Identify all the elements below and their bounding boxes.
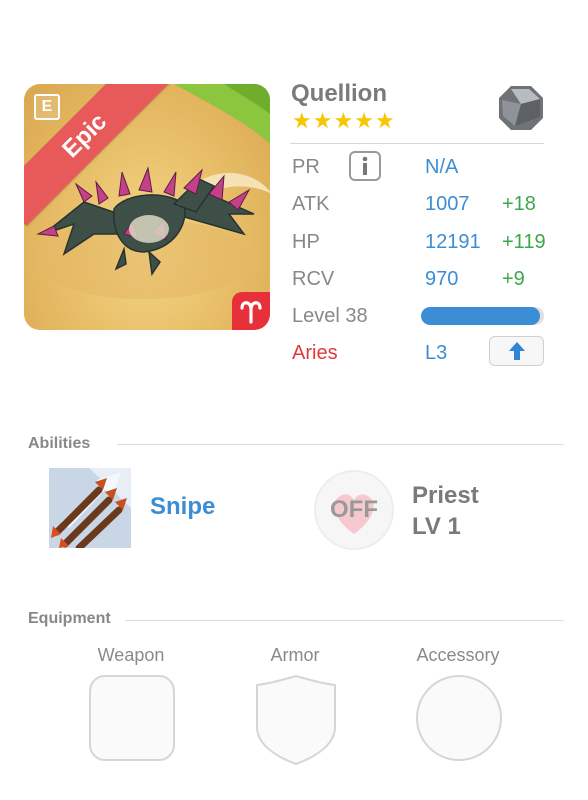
weapon-slot-label: Weapon [97,645,165,665]
rcv-value: 970 [425,268,459,290]
hp-label: HP [292,231,320,253]
star-icon: ★ [354,108,374,133]
rcv-label: RCV [292,268,335,290]
monster-artwork [34,84,270,299]
class-name: Priest [412,482,479,509]
equipment-section-title: Equipment [28,610,111,627]
stats-divider [290,143,544,144]
level-progress-bar [421,307,544,325]
star-icon: ★ [292,108,312,133]
monster-portrait[interactable]: Epic E [24,84,270,330]
star-icon: ★ [312,108,333,133]
zodiac-sign-label: Aries [292,342,338,364]
armor-slot[interactable] [253,675,339,765]
star-rating: ★ ★ ★ ★ ★ [292,110,395,132]
hp-bonus: +119 [502,231,546,253]
rcv-bonus: +9 [502,268,525,290]
atk-label: ATK [292,193,330,215]
pr-value: N/A [425,156,459,178]
abilities-divider [117,444,564,445]
info-icon [362,156,368,175]
pr-info-button[interactable] [349,151,381,181]
star-icon: ★ [333,108,354,133]
toggle-status-text: OFF [330,496,378,523]
level-progress-fill [421,307,541,325]
arrow-up-icon [508,342,525,360]
hp-value: 12191 [425,231,481,253]
monster-name: Quellion [291,80,387,107]
atk-bonus: +18 [502,193,536,215]
class-toggle-off[interactable]: OFF [312,470,396,550]
zodiac-upgrade-button[interactable] [489,336,544,366]
equipment-divider [125,620,564,621]
equipment-badge-icon: E [34,94,60,120]
stone-element-icon[interactable] [497,84,545,132]
armor-slot-label: Armor [270,645,320,665]
aries-sign-icon [232,292,270,330]
atk-value: 1007 [425,193,470,215]
accessory-slot-label: Accessory [416,645,500,665]
weapon-slot[interactable] [89,675,175,761]
accessory-slot[interactable] [416,675,502,761]
ability-name[interactable]: Snipe [150,493,215,521]
snipe-ability-icon[interactable] [49,468,131,548]
pr-label: PR [292,156,320,178]
class-level: LV 1 [412,513,461,540]
zodiac-level: L3 [425,342,448,364]
star-icon: ★ [374,108,395,133]
abilities-section-title: Abilities [28,435,91,452]
level-label: Level 38 [292,305,368,327]
